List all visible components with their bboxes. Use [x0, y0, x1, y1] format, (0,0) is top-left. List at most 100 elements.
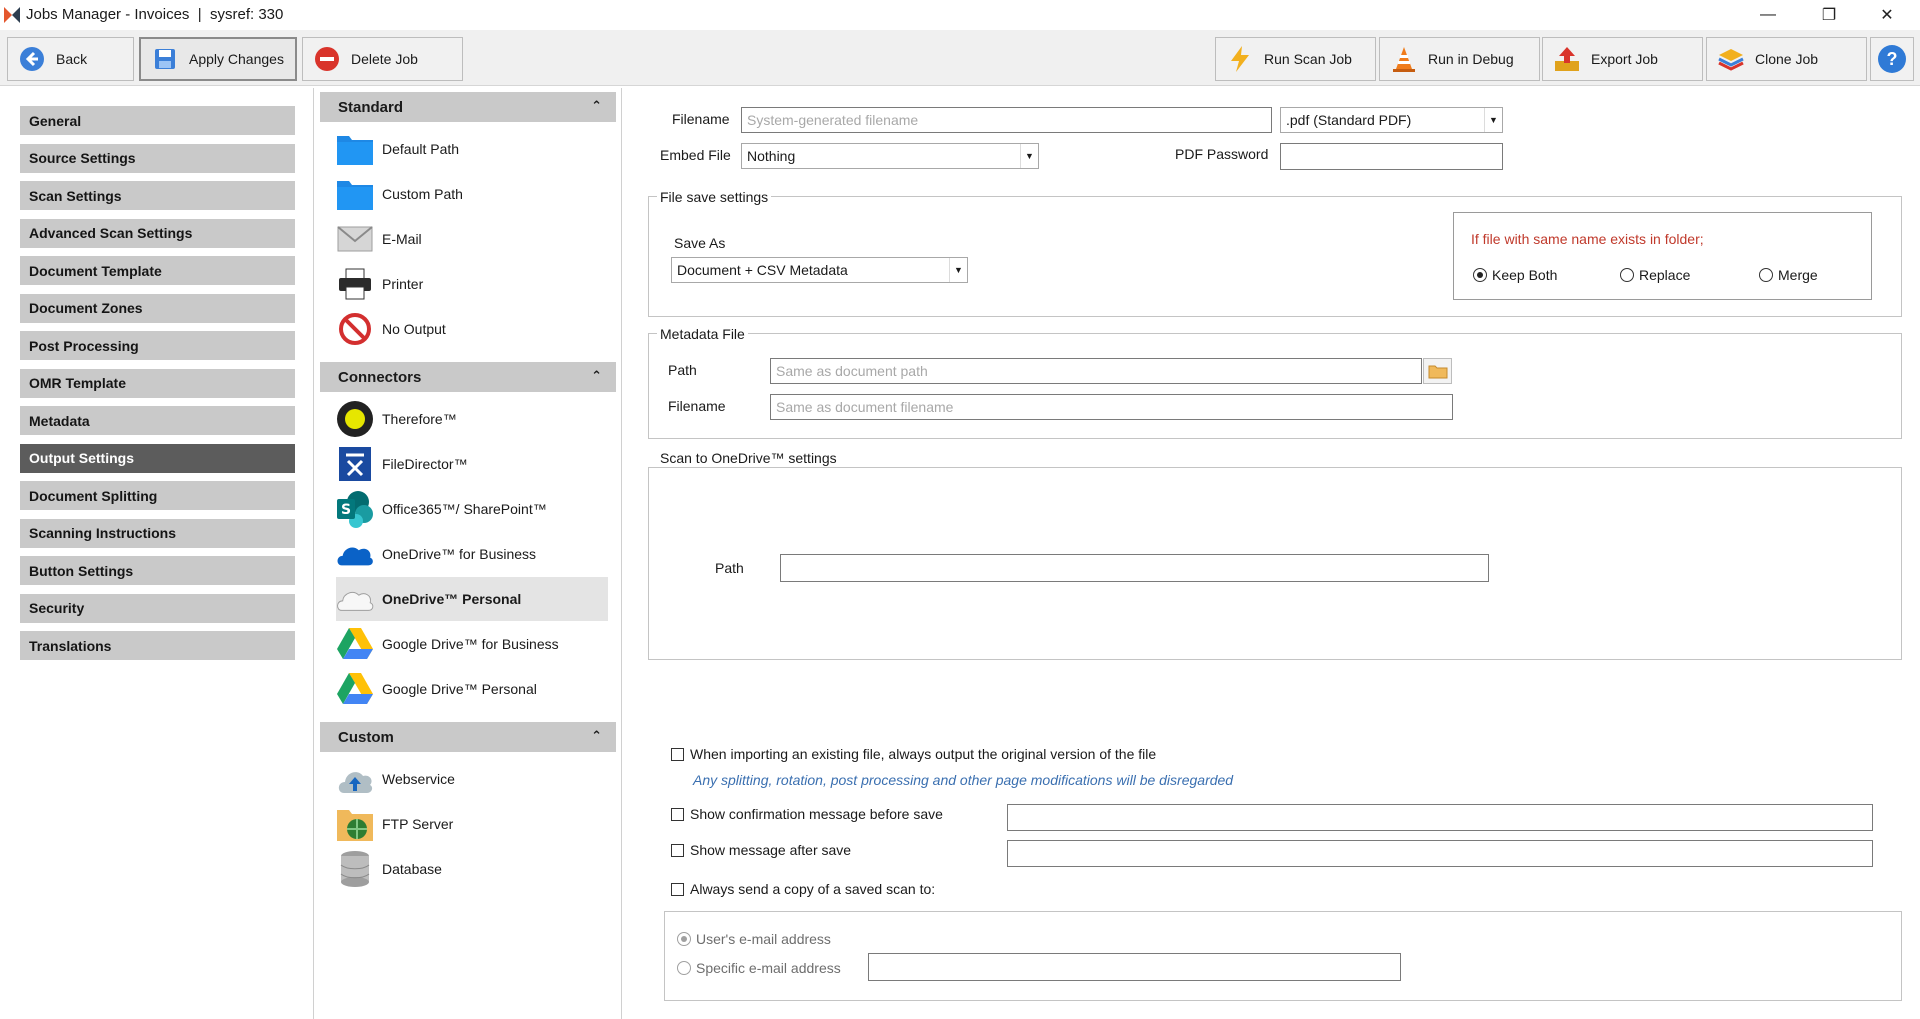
filename-input[interactable]: System-generated filename: [741, 107, 1272, 133]
output-item-default-path[interactable]: Default Path: [336, 127, 608, 171]
import-original-checkbox[interactable]: When importing an existing file, always …: [671, 746, 1156, 762]
nav-item-general[interactable]: General: [20, 106, 295, 135]
output-item-office365-sharepoint[interactable]: S Office365™/ SharePoint™: [336, 487, 608, 531]
nav-item-output-settings[interactable]: Output Settings: [20, 443, 295, 473]
collapse-icon[interactable]: ⌃: [591, 368, 602, 384]
back-label: Back: [56, 51, 88, 67]
nav-item-post-processing[interactable]: Post Processing: [20, 331, 295, 360]
onedrive-path-label: Path: [715, 560, 744, 576]
output-item-ftp-server[interactable]: FTP Server: [336, 802, 608, 846]
folder-icon: [1428, 365, 1447, 379]
output-item-webservice[interactable]: Webservice: [336, 757, 608, 801]
restore-button[interactable]: ❐: [1806, 0, 1852, 30]
radio-indicator: [677, 932, 691, 946]
close-button[interactable]: ✕: [1864, 0, 1910, 30]
clone-job-button[interactable]: Clone Job: [1706, 37, 1867, 81]
embed-file-select[interactable]: Nothing ▼: [741, 143, 1039, 169]
specific-email-input[interactable]: [868, 953, 1401, 981]
connectors-group-header[interactable]: Connectors ⌃: [320, 362, 616, 392]
output-item-onedrive-business[interactable]: OneDrive™ for Business: [336, 532, 608, 576]
nav-item-omr-template[interactable]: OMR Template: [20, 368, 295, 398]
replace-radio[interactable]: Replace: [1620, 267, 1690, 283]
custom-group-header[interactable]: Custom ⌃: [320, 722, 616, 752]
confirm-message-input[interactable]: [1007, 804, 1873, 831]
export-job-button[interactable]: Export Job: [1542, 37, 1703, 81]
pdf-password-input[interactable]: [1280, 143, 1503, 170]
file-format-value: .pdf (Standard PDF): [1286, 112, 1412, 128]
embed-file-label: Embed File: [660, 147, 731, 163]
traffic-cone-icon: [1390, 45, 1418, 73]
standard-group-header[interactable]: Standard ⌃: [320, 92, 616, 122]
metadata-path-input[interactable]: Same as document path: [770, 358, 1422, 384]
checkbox-box: [671, 843, 684, 857]
confirm-message-label: Show confirmation message before save: [690, 806, 943, 822]
collapse-icon[interactable]: ⌃: [591, 98, 602, 114]
delete-job-button[interactable]: Delete Job: [302, 37, 463, 81]
send-copy-checkbox[interactable]: Always send a copy of a saved scan to:: [671, 881, 935, 897]
nav-item-translations[interactable]: Translations: [20, 631, 295, 660]
onedrive-path-input[interactable]: [780, 554, 1489, 582]
output-item-label: FileDirector™: [382, 456, 468, 472]
output-item-email[interactable]: E-Mail: [336, 217, 608, 261]
collapse-icon[interactable]: ⌃: [591, 728, 602, 744]
nav-item-metadata[interactable]: Metadata: [20, 406, 295, 435]
output-item-google-drive-personal[interactable]: Google Drive™ Personal: [336, 667, 608, 711]
output-item-no-output[interactable]: No Output: [336, 307, 608, 351]
merge-radio[interactable]: Merge: [1759, 267, 1818, 283]
confirm-message-checkbox[interactable]: Show confirmation message before save: [671, 806, 943, 822]
run-scan-job-button[interactable]: Run Scan Job: [1215, 37, 1376, 81]
after-save-message-input[interactable]: [1007, 840, 1873, 867]
app-logo-icon: [2, 5, 22, 25]
file-format-select[interactable]: .pdf (Standard PDF) ▼: [1280, 107, 1503, 133]
output-item-custom-path[interactable]: Custom Path: [336, 172, 608, 216]
browse-folder-button[interactable]: [1423, 358, 1452, 384]
save-disk-icon: [151, 45, 179, 73]
save-as-select[interactable]: Document + CSV Metadata ▼: [671, 257, 968, 283]
nav-item-source-settings[interactable]: Source Settings: [20, 143, 295, 173]
nav-item-advanced-scan-settings[interactable]: Advanced Scan Settings: [20, 218, 295, 248]
filedirector-icon: [336, 445, 374, 483]
checkbox-box: [671, 807, 684, 821]
metadata-path-label: Path: [668, 362, 697, 378]
back-arrow-icon: [18, 45, 46, 73]
keep-both-label: Keep Both: [1492, 267, 1558, 283]
metadata-filename-label: Filename: [668, 398, 726, 414]
output-item-printer[interactable]: Printer: [336, 262, 608, 306]
nav-item-document-splitting[interactable]: Document Splitting: [20, 481, 295, 510]
run-in-debug-button[interactable]: Run in Debug: [1379, 37, 1540, 81]
output-item-label: Therefore™: [382, 411, 457, 427]
specific-email-radio[interactable]: Specific e-mail address: [677, 960, 841, 976]
minimize-button[interactable]: —: [1745, 0, 1791, 30]
output-item-label: Custom Path: [382, 186, 463, 202]
run-in-debug-label: Run in Debug: [1428, 51, 1514, 67]
folder-icon: [336, 175, 374, 213]
output-item-label: FTP Server: [382, 816, 454, 832]
send-copy-label: Always send a copy of a saved scan to:: [690, 881, 936, 897]
nav-item-security[interactable]: Security: [20, 593, 295, 623]
onedrive-personal-icon: [336, 580, 374, 618]
output-item-label: Webservice: [382, 771, 455, 787]
nav-item-button-settings[interactable]: Button Settings: [20, 556, 295, 585]
metadata-filename-input[interactable]: Same as document filename: [770, 394, 1453, 420]
back-button[interactable]: Back: [7, 37, 134, 81]
output-item-google-drive-business[interactable]: Google Drive™ for Business: [336, 622, 608, 666]
layers-icon: [1717, 45, 1745, 73]
output-item-database[interactable]: Database: [336, 847, 608, 891]
output-item-label: Google Drive™ for Business: [382, 636, 559, 652]
output-item-onedrive-personal[interactable]: OneDrive™ Personal: [336, 577, 608, 621]
output-item-label: Default Path: [382, 141, 460, 157]
help-button[interactable]: ?: [1870, 37, 1914, 81]
keep-both-radio[interactable]: Keep Both: [1473, 267, 1557, 283]
nav-item-scanning-instructions[interactable]: Scanning Instructions: [20, 518, 295, 548]
output-item-filedirector[interactable]: FileDirector™: [336, 442, 608, 486]
nav-item-scan-settings[interactable]: Scan Settings: [20, 181, 295, 210]
custom-group-label: Custom: [338, 728, 394, 746]
user-email-radio[interactable]: User's e-mail address: [677, 931, 831, 947]
nav-item-document-zones[interactable]: Document Zones: [20, 293, 295, 323]
save-as-label: Save As: [674, 235, 726, 251]
nav-item-document-template[interactable]: Document Template: [20, 256, 295, 285]
after-save-message-checkbox[interactable]: Show message after save: [671, 842, 851, 858]
output-item-therefore[interactable]: Therefore™: [336, 397, 608, 441]
lightning-icon: [1226, 45, 1254, 73]
apply-changes-button[interactable]: Apply Changes: [139, 37, 297, 81]
